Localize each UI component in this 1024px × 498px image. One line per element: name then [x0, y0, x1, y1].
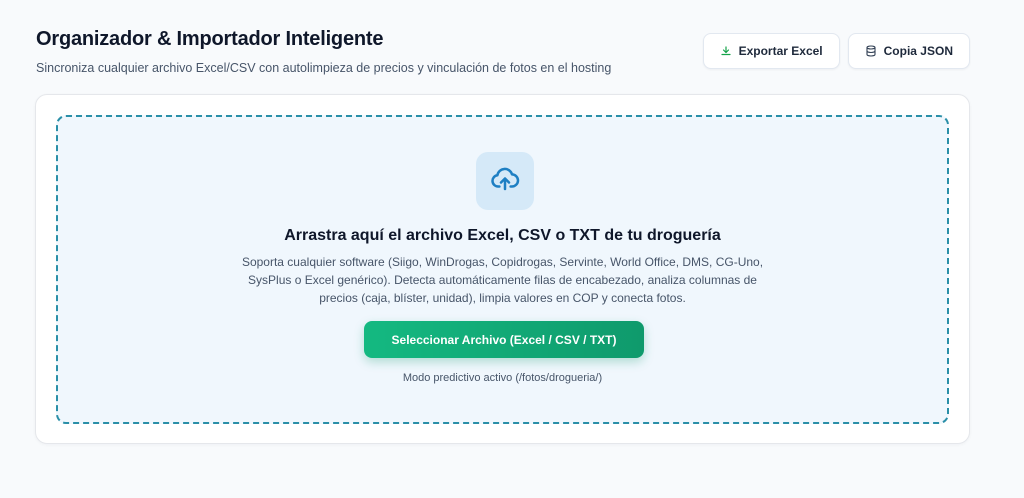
predictive-mode-hint: Modo predictivo activo (/fotos/drogueria…: [402, 372, 603, 384]
import-card: Arrastra aquí el archivo Excel, CSV o TX…: [35, 94, 970, 444]
page: Organizador & Importador Inteligente Sin…: [0, 0, 1024, 498]
upload-badge: [476, 152, 534, 210]
copy-json-button[interactable]: Copia JSON: [847, 33, 970, 69]
page-header: Organizador & Importador Inteligente Sin…: [36, 28, 970, 78]
cloud-upload-icon: [490, 164, 520, 199]
dropzone-title: Arrastra aquí el archivo Excel, CSV o TX…: [284, 227, 721, 244]
header-actions: Exportar Excel Copia JSON: [702, 33, 970, 69]
page-subtitle: Sincroniza cualquier archivo Excel/CSV c…: [36, 61, 612, 75]
copy-json-label: Copia JSON: [883, 44, 953, 58]
download-icon: [720, 45, 732, 57]
export-excel-label: Exportar Excel: [738, 44, 823, 58]
database-icon: [865, 45, 877, 57]
file-dropzone[interactable]: Arrastra aquí el archivo Excel, CSV o TX…: [56, 115, 949, 424]
export-excel-button[interactable]: Exportar Excel: [702, 33, 840, 69]
dropzone-description: Soporta cualquier software (Siigo, WinDr…: [241, 255, 764, 305]
page-title: Organizador & Importador Inteligente: [36, 28, 384, 50]
select-file-button[interactable]: Seleccionar Archivo (Excel / CSV / TXT): [364, 321, 644, 358]
